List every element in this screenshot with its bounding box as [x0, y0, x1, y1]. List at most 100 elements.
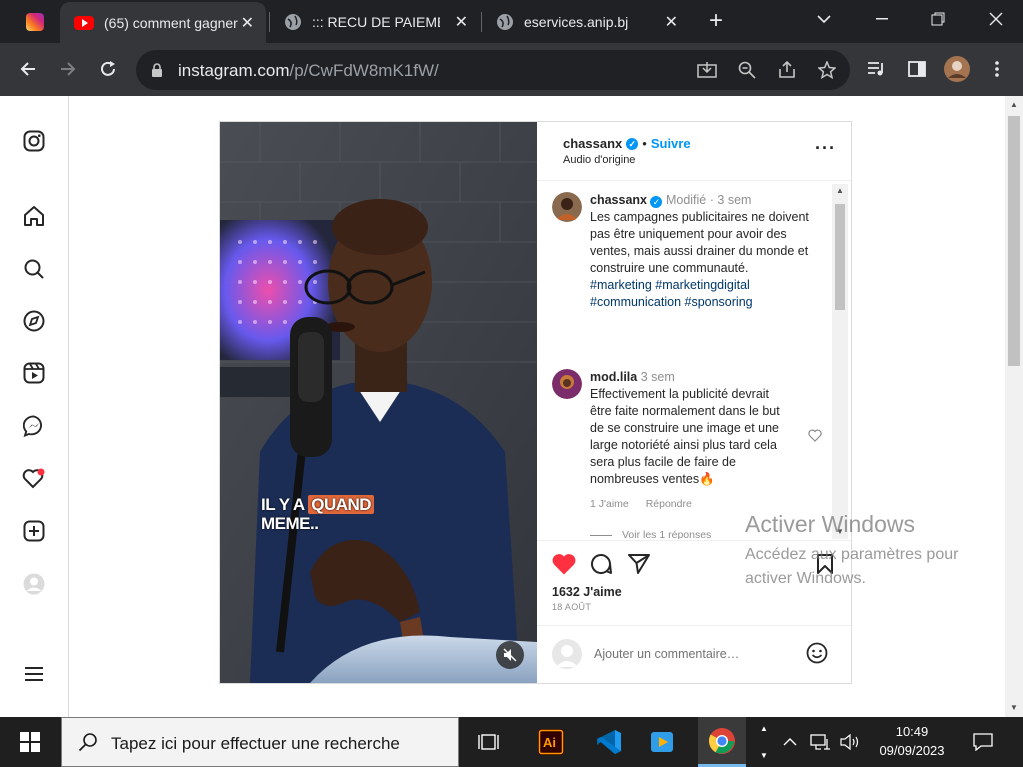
globe-icon [284, 13, 302, 31]
comments-scroll-thumb[interactable] [835, 204, 845, 310]
comments-scrollbar[interactable]: ▲ ▼ [832, 184, 848, 539]
add-comment-bar: Ajouter un commentaire… [537, 625, 851, 683]
comment-bubble-icon[interactable] [588, 551, 614, 577]
messenger-icon[interactable] [21, 413, 47, 439]
tab-eservices[interactable]: eservices.anip.bj ✕ [482, 0, 690, 43]
audio-link[interactable]: Audio d'origine [563, 154, 635, 166]
instagram-logo-icon[interactable] [21, 128, 47, 154]
maximize-button[interactable] [913, 0, 963, 38]
explore-compass-icon[interactable] [21, 308, 47, 334]
reply-button[interactable]: Répondre [646, 498, 692, 510]
instagram-favicon-icon [26, 12, 44, 31]
commenter-username[interactable]: mod.lila [590, 370, 637, 384]
share-paper-plane-icon[interactable] [626, 551, 652, 577]
side-panel-icon[interactable] [904, 56, 930, 82]
browser-toolbar: instagram.com/p/CwFdW8mK1fW/ [0, 43, 1023, 96]
show-hidden-icons-icon[interactable] [778, 717, 802, 767]
mute-toggle-button[interactable] [496, 641, 524, 669]
like-heart-icon[interactable] [551, 551, 577, 577]
view-replies-label: Voir les 1 réponses [622, 529, 712, 539]
comments-list: chassanx ✓ Modifié · 3 sem Les campagnes… [537, 182, 851, 539]
new-tab-button[interactable]: + [704, 6, 728, 36]
system-clock[interactable]: 10:49 09/09/2023 [862, 722, 962, 760]
current-user-avatar [552, 639, 582, 669]
address-bar[interactable]: instagram.com/p/CwFdW8mK1fW/ [136, 50, 850, 90]
media-control-icon[interactable] [864, 56, 890, 82]
profile-avatar-icon[interactable] [21, 571, 47, 597]
home-icon[interactable] [21, 203, 47, 229]
edited-label: Modifié [665, 193, 707, 207]
verified-badge-icon: ✓ [626, 137, 639, 150]
scroll-down-arrow-icon[interactable]: ▼ [832, 525, 848, 539]
page-scrollbar[interactable]: ▲ ▼ [1005, 96, 1023, 717]
more-menu-icon[interactable] [21, 661, 47, 687]
close-tab-icon[interactable]: ✕ [455, 12, 468, 32]
chrome-taskbar-icon[interactable] [698, 717, 746, 767]
tab-instagram[interactable] [8, 0, 64, 43]
comment-age: 3 sem [640, 370, 675, 384]
vscode-icon[interactable] [585, 717, 633, 767]
bookmark-star-icon[interactable] [816, 59, 838, 81]
search-icon [78, 732, 98, 757]
author-username[interactable]: chassanx [563, 136, 622, 151]
tab-strip: (65) comment gagner ✕ ::: RECU DE PAIEME… [0, 0, 1023, 43]
follow-button[interactable]: Suivre [651, 136, 691, 151]
tab-youtube[interactable]: (65) comment gagner ✕ [60, 2, 266, 43]
page-scroll-thumb[interactable] [1008, 116, 1020, 366]
video-editor-icon[interactable] [638, 717, 686, 767]
volume-icon[interactable] [836, 717, 864, 767]
caption-username[interactable]: chassanx [590, 193, 647, 207]
close-window-button[interactable] [971, 0, 1021, 38]
create-post-icon[interactable] [21, 518, 47, 544]
share-icon[interactable] [776, 59, 798, 81]
lock-icon[interactable] [146, 59, 168, 81]
like-comment-icon[interactable] [808, 429, 822, 447]
tab-recu-paiement[interactable]: ::: RECU DE PAIEMENT ✕ [270, 0, 480, 43]
close-tab-icon[interactable]: ✕ [241, 13, 254, 33]
zoom-icon[interactable] [736, 59, 758, 81]
replies-line [590, 534, 612, 536]
scroll-up-arrow-icon[interactable]: ▲ [832, 184, 848, 198]
taskbar-overflow-arrow-icon[interactable]: ▲ ▼ [757, 717, 771, 767]
tab-title: eservices.anip.bj [524, 13, 629, 30]
page-viewport: IL Y A QUAND MEME.. chassanx ✓ • Suivre … [0, 96, 1023, 717]
network-icon[interactable] [806, 717, 834, 767]
youtube-favicon-icon [74, 15, 94, 30]
page-scroll-up-arrow-icon[interactable]: ▲ [1005, 96, 1023, 114]
notifications-heart-icon[interactable] [21, 465, 47, 491]
tab-search-icon[interactable] [799, 0, 849, 38]
chrome-menu-icon[interactable] [984, 56, 1010, 82]
verified-badge-icon: ✓ [650, 196, 663, 208]
clock-time: 10:49 [895, 724, 929, 739]
more-options-icon[interactable]: ··· [815, 138, 836, 159]
profile-avatar[interactable] [944, 56, 970, 82]
task-view-icon[interactable] [465, 717, 513, 767]
comment-likes[interactable]: 1 J'aime [590, 498, 629, 510]
save-bookmark-icon[interactable] [812, 551, 838, 577]
install-app-icon[interactable] [696, 59, 718, 81]
start-button[interactable] [0, 717, 60, 767]
comment-input[interactable]: Ajouter un commentaire… [594, 647, 739, 661]
tab-title: ::: RECU DE PAIEMENT [312, 13, 440, 30]
page-scroll-down-arrow-icon[interactable]: ▼ [1005, 699, 1023, 717]
author-avatar[interactable] [552, 192, 582, 222]
close-tab-icon[interactable]: ✕ [665, 12, 678, 32]
back-button[interactable] [14, 55, 42, 83]
reel-video[interactable]: IL Y A QUAND MEME.. [220, 122, 537, 683]
taskbar-search-box[interactable]: Tapez ici pour effectuer une recherche [61, 717, 459, 767]
clock-date: 09/09/2023 [879, 743, 945, 758]
reels-icon[interactable] [21, 360, 47, 386]
search-icon[interactable] [21, 256, 47, 282]
notification-center-icon[interactable] [967, 717, 999, 767]
url-host: instagram.com [178, 61, 290, 80]
reload-button[interactable] [94, 55, 122, 83]
caption-hashtags[interactable]: #marketing #marketingdigital #communicat… [590, 277, 822, 311]
post-header: chassanx ✓ • Suivre Audio d'origine ··· [537, 122, 851, 181]
forward-button[interactable] [54, 55, 82, 83]
minimize-button[interactable] [857, 0, 907, 38]
adobe-illustrator-icon[interactable]: Ai [527, 717, 575, 767]
likes-count[interactable]: 1632 J'aime [552, 585, 622, 599]
emoji-picker-icon[interactable] [805, 641, 829, 665]
view-replies-button[interactable]: Voir les 1 réponses [590, 529, 711, 539]
commenter-avatar[interactable] [552, 369, 582, 399]
